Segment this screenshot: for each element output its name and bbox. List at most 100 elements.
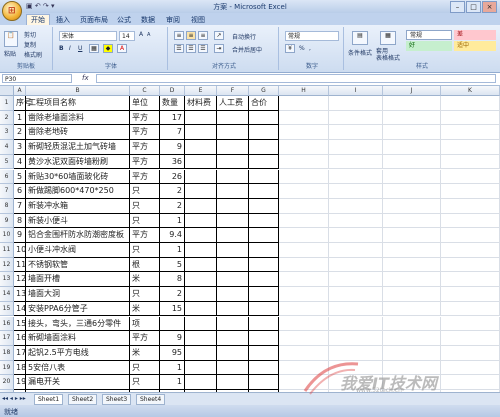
cell[interactable] xyxy=(441,375,500,390)
tab-data[interactable]: 数据 xyxy=(141,15,155,25)
cell[interactable] xyxy=(217,169,249,185)
borders-icon[interactable]: ▦ xyxy=(89,44,99,53)
conditional-format-button[interactable]: 条件格式 xyxy=(348,48,372,57)
cell[interactable] xyxy=(279,375,329,390)
cell[interactable] xyxy=(383,110,441,126)
cell[interactable]: 起钒2.5平方电线 xyxy=(26,345,130,361)
cell[interactable] xyxy=(217,287,249,302)
cell[interactable]: 平方 xyxy=(130,154,160,170)
orientation-icon[interactable]: ↗ xyxy=(214,31,224,40)
cell[interactable] xyxy=(279,257,329,273)
cell[interactable] xyxy=(441,110,500,126)
cell[interactable]: 只 xyxy=(130,213,160,229)
cell[interactable] xyxy=(441,316,500,332)
cell[interactable]: 7 xyxy=(14,198,26,214)
align-right-icon[interactable]: ☰ xyxy=(198,44,208,53)
align-middle-icon[interactable]: ≡ xyxy=(186,31,196,40)
cell[interactable] xyxy=(441,169,500,185)
row-header[interactable]: 13 xyxy=(0,272,14,288)
cell[interactable] xyxy=(383,345,441,361)
sheet-nav-buttons[interactable]: ◂◂ ◂ ▸ ▸▸ xyxy=(2,395,26,402)
font-grow-button[interactable]: A xyxy=(139,31,143,38)
row-header[interactable]: 7 xyxy=(0,184,14,199)
cell[interactable] xyxy=(329,154,383,170)
row-header[interactable]: 5 xyxy=(0,154,14,170)
tab-view[interactable]: 视图 xyxy=(191,15,205,25)
cell[interactable] xyxy=(329,198,383,214)
cell[interactable] xyxy=(383,316,441,332)
cell[interactable] xyxy=(329,169,383,185)
cell[interactable] xyxy=(217,198,249,214)
cell[interactable] xyxy=(217,213,249,229)
cell[interactable] xyxy=(329,213,383,229)
sheet-tab-3[interactable]: Sheet3 xyxy=(102,394,132,405)
cell[interactable] xyxy=(185,375,217,390)
format-painter-button[interactable]: 格式刷 xyxy=(24,50,42,59)
cell[interactable] xyxy=(383,375,441,390)
cell[interactable]: 14 xyxy=(14,301,26,317)
cell[interactable] xyxy=(383,360,441,376)
row-header[interactable]: 6 xyxy=(0,169,14,185)
cell[interactable] xyxy=(279,287,329,302)
cell[interactable] xyxy=(249,228,279,243)
cell[interactable] xyxy=(329,301,383,317)
cell[interactable] xyxy=(217,257,249,273)
indent-icon[interactable]: ⇥ xyxy=(214,44,224,53)
percent-button[interactable]: % xyxy=(299,45,305,52)
cell[interactable] xyxy=(249,345,279,361)
tab-home[interactable]: 开始 xyxy=(26,14,50,25)
cell[interactable] xyxy=(249,243,279,258)
cell[interactable]: 接头，弯头，三通6分零件 xyxy=(26,316,130,332)
align-left-icon[interactable]: ☰ xyxy=(174,44,184,53)
font-size-select[interactable]: 14 xyxy=(119,31,135,41)
cell[interactable]: 13 xyxy=(14,287,26,302)
select-all-corner[interactable] xyxy=(0,86,14,96)
cell[interactable] xyxy=(383,154,441,170)
cell[interactable] xyxy=(279,154,329,170)
cell[interactable]: 17 xyxy=(160,110,185,126)
column-header[interactable]: E xyxy=(185,86,217,96)
cell[interactable]: 2 xyxy=(14,125,26,141)
cell[interactable] xyxy=(329,375,383,390)
cell[interactable] xyxy=(185,228,217,243)
header-cell[interactable]: 数量 xyxy=(160,96,185,111)
cell[interactable] xyxy=(329,257,383,273)
row-header[interactable]: 15 xyxy=(0,301,14,317)
cell[interactable]: 5 xyxy=(14,169,26,185)
fill-color-icon[interactable]: ◆ xyxy=(103,44,113,53)
cell[interactable]: 1 xyxy=(160,360,185,376)
cell[interactable] xyxy=(383,125,441,141)
cell[interactable] xyxy=(185,287,217,302)
style-neutral[interactable]: 适中 xyxy=(454,41,496,51)
cell[interactable] xyxy=(217,140,249,155)
cell[interactable] xyxy=(329,316,383,332)
comma-button[interactable]: , xyxy=(309,45,311,52)
tab-insert[interactable]: 插入 xyxy=(56,15,70,25)
cell[interactable] xyxy=(217,272,249,288)
tab-page-layout[interactable]: 页面布局 xyxy=(80,15,108,25)
cell[interactable]: 黄沙水泥双面砖墙粉刷 xyxy=(26,154,130,170)
cell[interactable] xyxy=(279,213,329,229)
formula-input[interactable] xyxy=(96,74,496,83)
tab-review[interactable]: 审阅 xyxy=(166,15,180,25)
style-good[interactable]: 好 xyxy=(406,41,452,51)
row-header[interactable]: 4 xyxy=(0,140,14,155)
cell[interactable] xyxy=(279,301,329,317)
column-header[interactable]: A xyxy=(14,86,26,96)
column-header[interactable]: K xyxy=(441,86,500,96)
column-header[interactable]: J xyxy=(383,86,441,96)
cell[interactable]: 8 xyxy=(14,213,26,229)
cell[interactable] xyxy=(185,272,217,288)
cell[interactable] xyxy=(249,301,279,317)
cell[interactable] xyxy=(249,184,279,199)
cell[interactable] xyxy=(441,228,500,243)
column-header[interactable]: B xyxy=(26,86,130,96)
align-center-icon[interactable]: ☰ xyxy=(186,44,196,53)
cell[interactable]: 6 xyxy=(14,184,26,199)
header-cell[interactable]: 人工费 xyxy=(217,96,249,111)
cell[interactable] xyxy=(329,228,383,243)
cell[interactable]: 平方 xyxy=(130,228,160,243)
cell[interactable] xyxy=(217,243,249,258)
cell[interactable] xyxy=(279,272,329,288)
cell[interactable]: 只 xyxy=(130,375,160,390)
